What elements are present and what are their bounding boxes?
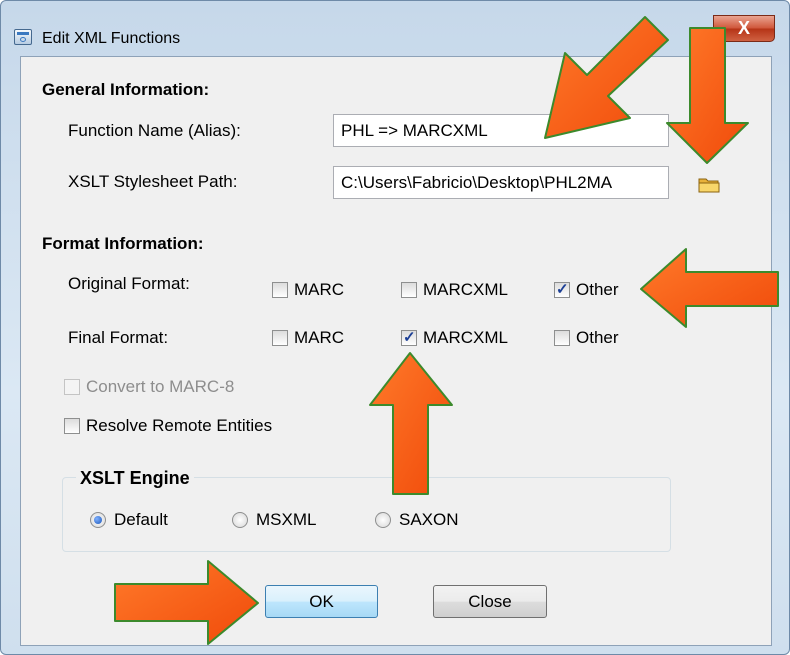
original-format-label: Original Format:	[68, 274, 190, 293]
function-name-input[interactable]: PHL => MARCXML	[333, 114, 669, 147]
convert-marc8-checkbox[interactable]: Convert to MARC-8	[64, 377, 234, 397]
checkbox-label: MARC	[294, 328, 345, 347]
checkbox-box[interactable]	[554, 280, 570, 298]
checkbox-box[interactable]	[64, 379, 80, 395]
checkbox-label: Other	[576, 328, 619, 347]
checkbox-box[interactable]	[64, 418, 80, 434]
checkbox-label: MARCXML	[423, 280, 509, 299]
format-information-heading: Format Information:	[42, 234, 204, 253]
xslt-engine-legend: XSLT Engine	[76, 468, 194, 489]
radio-label: MSXML	[256, 510, 317, 529]
final-other-checkbox[interactable]: Other	[554, 328, 619, 348]
original-marc-checkbox[interactable]: MARC	[272, 280, 344, 300]
ok-button[interactable]: OK	[265, 585, 378, 618]
radio-circle[interactable]	[90, 512, 106, 528]
final-format-label: Final Format:	[68, 328, 169, 347]
checkbox-box[interactable]	[272, 282, 288, 298]
checkbox-box[interactable]	[401, 328, 417, 346]
checkbox-label: Resolve Remote Entities	[86, 416, 273, 435]
checkbox-label: Convert to MARC-8	[86, 377, 235, 396]
checkbox-box[interactable]	[554, 330, 570, 346]
final-marc-checkbox[interactable]: MARC	[272, 328, 344, 348]
xslt-path-label: XSLT Stylesheet Path:	[68, 172, 238, 191]
function-name-label: Function Name (Alias):	[68, 121, 241, 140]
original-marcxml-checkbox[interactable]: MARCXML	[401, 280, 508, 300]
engine-saxon-radio[interactable]: SAXON	[375, 510, 459, 530]
close-button[interactable]: Close	[433, 585, 547, 618]
close-window-button[interactable]: X	[713, 15, 775, 42]
checkbox-label: Other	[576, 280, 619, 299]
checkbox-label: MARCXML	[423, 328, 509, 347]
general-information-heading: General Information:	[42, 80, 210, 99]
window-title: Edit XML Functions	[42, 30, 181, 47]
original-other-checkbox[interactable]: Other	[554, 280, 619, 300]
checkbox-label: MARC	[294, 280, 345, 299]
xslt-path-input[interactable]: C:\Users\Fabricio\Desktop\PHL2MA	[333, 166, 669, 199]
checkbox-box[interactable]	[401, 282, 417, 298]
final-marcxml-checkbox[interactable]: MARCXML	[401, 328, 508, 348]
resolve-remote-entities-checkbox[interactable]: Resolve Remote Entities	[64, 416, 272, 436]
radio-label: Default	[114, 510, 168, 529]
radio-label: SAXON	[399, 510, 459, 529]
title-bar: Edit XML Functions X	[0, 0, 790, 47]
checkbox-box[interactable]	[272, 330, 288, 346]
folder-icon[interactable]	[698, 176, 720, 193]
engine-default-radio[interactable]: Default	[90, 510, 168, 530]
radio-circle[interactable]	[232, 512, 248, 528]
engine-msxml-radio[interactable]: MSXML	[232, 510, 316, 530]
app-icon	[14, 29, 32, 45]
radio-circle[interactable]	[375, 512, 391, 528]
